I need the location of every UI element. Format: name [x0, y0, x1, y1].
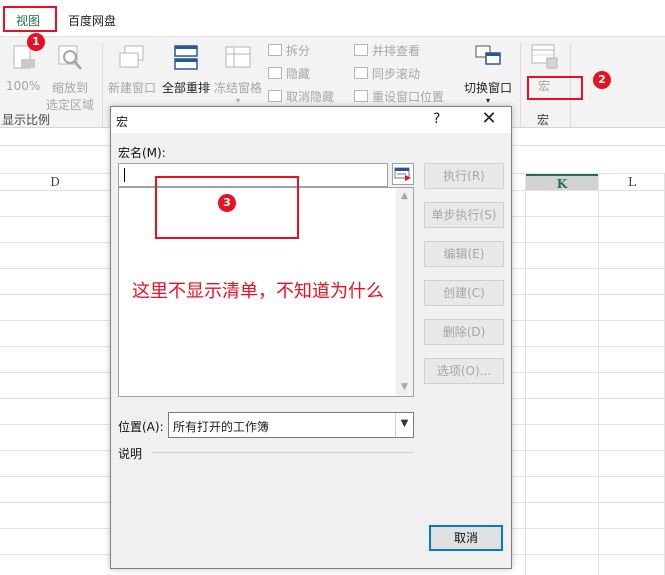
macro-name-label: 宏名(M): [118, 146, 166, 160]
annotation-badge-2: 2 [593, 71, 611, 89]
split-button[interactable]: 拆分 [268, 41, 310, 61]
help-icon[interactable]: ? [433, 111, 440, 127]
step-into-button[interactable]: 单步执行(S) [424, 202, 504, 228]
reset-position-icon [354, 90, 368, 102]
switch-windows-button[interactable]: 切换窗口 ▾ [460, 43, 516, 105]
zoom-selection-label-2: 选定区域 [45, 98, 94, 112]
annotation-badge-1: 1 [27, 33, 45, 51]
annotation-box-view-tab [3, 6, 57, 32]
text-caret [124, 168, 125, 182]
run-button[interactable]: 执行(R) [424, 163, 504, 189]
split-icon [268, 44, 282, 56]
zoom-to-selection-button[interactable]: 缩放到 选定区域 [44, 43, 96, 113]
annotation-note: 这里不显示清单，不知道为什么 [132, 281, 384, 302]
arrange-all-icon [174, 45, 198, 70]
macro-list-scrollbar[interactable]: ▲ ▼ [396, 188, 413, 396]
freeze-panes-button[interactable]: 冻结窗格 ▾ [212, 43, 264, 105]
new-window-label: 新建窗口 [107, 81, 156, 95]
arrange-all-button[interactable]: 全部重排 [160, 43, 212, 96]
gridline [598, 174, 599, 575]
column-header-l[interactable]: L [599, 174, 665, 190]
switch-windows-icon [475, 45, 501, 65]
zoom-100-label: 100% [6, 79, 41, 93]
hide-button[interactable]: 隐藏 [268, 64, 310, 84]
scroll-up-icon[interactable]: ▲ [396, 188, 413, 205]
freeze-panes-dropdown-icon: ▾ [235, 96, 240, 105]
macro-icon [531, 44, 558, 69]
annotation-box-macros [527, 76, 583, 100]
cancel-button[interactable]: 取消 [429, 525, 503, 551]
switch-windows-dropdown-icon: ▾ [485, 96, 490, 105]
side-by-side-icon [354, 44, 368, 56]
ribbon-separator [520, 43, 521, 127]
split-label: 拆分 [286, 44, 311, 58]
freeze-panes-icon [225, 46, 251, 68]
dialog-titlebar[interactable]: 宏 ? ✕ [111, 107, 511, 133]
column-header-d[interactable]: D [20, 174, 90, 190]
new-window-icon [119, 45, 144, 68]
close-icon[interactable]: ✕ [475, 108, 503, 130]
zoom-selection-label-1: 缩放到 [51, 81, 88, 95]
create-button[interactable]: 创建(C) [424, 280, 504, 306]
range-picker-icon [394, 167, 411, 181]
hide-label: 隐藏 [286, 67, 311, 81]
annotation-badge-3: 3 [218, 194, 236, 212]
tab-baidu-netdisk[interactable]: 百度网盘 [68, 10, 116, 32]
arrange-all-label: 全部重排 [161, 81, 210, 95]
location-select[interactable]: 所有打开的工作簿 ▼ [168, 412, 414, 438]
ribbon-separator [102, 43, 103, 127]
dialog-title: 宏 [116, 115, 129, 129]
view-side-by-side-button[interactable]: 并排查看 [354, 41, 420, 61]
new-window-button[interactable]: 新建窗口 [106, 43, 158, 96]
options-button[interactable]: 选项(O)... [424, 358, 504, 384]
chevron-down-icon[interactable]: ▼ [395, 413, 413, 437]
description-divider [152, 452, 414, 453]
macro-group-label: 宏 [537, 113, 550, 127]
freeze-panes-label: 冻结窗格 [213, 81, 262, 95]
hide-icon [268, 67, 282, 79]
side-by-side-label: 并排查看 [372, 44, 421, 58]
zoom-selection-icon [58, 45, 82, 70]
sync-scroll-button[interactable]: 同步滚动 [354, 64, 420, 84]
reset-position-label: 重设窗口位置 [372, 90, 445, 104]
ribbon-tabbar: 视图 百度网盘 [0, 0, 665, 36]
unhide-label: 取消隐藏 [286, 90, 335, 104]
location-value: 所有打开的工作簿 [173, 420, 270, 434]
unhide-button[interactable]: 取消隐藏 [268, 87, 334, 107]
column-header-k[interactable]: K [526, 174, 598, 191]
collapse-dialog-button[interactable] [392, 163, 414, 185]
sync-scroll-label: 同步滚动 [372, 67, 421, 81]
description-label: 说明 [118, 447, 143, 461]
reset-position-button[interactable]: 重设窗口位置 [354, 87, 444, 107]
scroll-down-icon[interactable]: ▼ [396, 379, 413, 396]
gridline [525, 174, 526, 575]
edit-button[interactable]: 编辑(E) [424, 241, 504, 267]
unhide-icon [268, 90, 282, 102]
switch-windows-label: 切换窗口 [463, 81, 512, 95]
delete-button[interactable]: 删除(D) [424, 319, 504, 345]
location-label: 位置(A): [118, 420, 164, 434]
sync-scroll-icon [354, 67, 368, 79]
zoom-group-label: 显示比例 [2, 113, 51, 127]
